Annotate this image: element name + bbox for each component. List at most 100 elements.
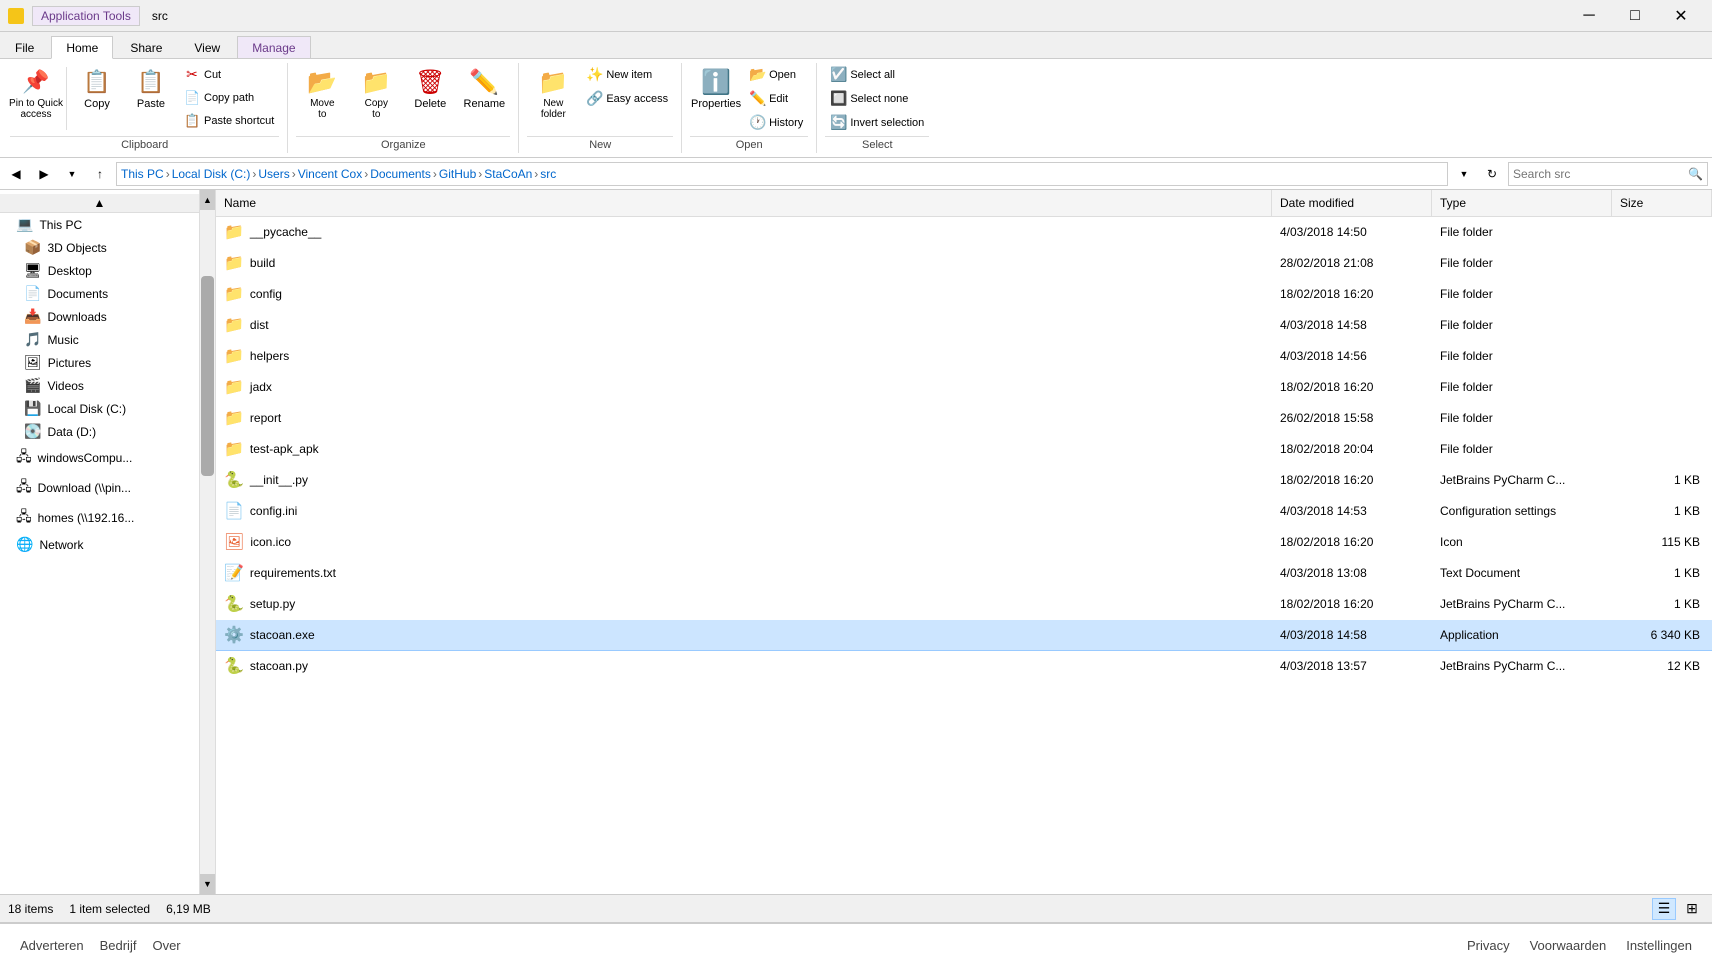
easy-access-button[interactable]: 🔗 Easy access [581, 87, 673, 110]
sidebar-item-download-pin[interactable]: 🖧 Download (\\pin... [0, 473, 199, 503]
tab-manage[interactable]: Manage [237, 36, 310, 58]
file-size-cell [1612, 322, 1712, 328]
breadcrumb-src[interactable]: src [540, 167, 556, 181]
sidebar-item-data-d[interactable]: 💽 Data (D:) [0, 420, 199, 443]
copy-path-button[interactable]: 📄 Copy path [179, 87, 279, 109]
tab-file[interactable]: File [0, 36, 49, 58]
select-all-button[interactable]: ☑️ Select all [825, 63, 929, 86]
pin-to-quick-access-button[interactable]: 📌 Pin to Quick access [10, 63, 62, 123]
sidebar-item-downloads[interactable]: 📥 Downloads [0, 305, 199, 328]
copy-button-large[interactable]: 📋 Copy [71, 63, 123, 113]
table-row[interactable]: 🐍 setup.py 18/02/2018 16:20 JetBrains Py… [216, 589, 1712, 620]
table-row[interactable]: 📁 test-apk_apk 18/02/2018 20:04 File fol… [216, 434, 1712, 465]
breadcrumb-users[interactable]: Users [258, 167, 289, 181]
rename-button[interactable]: ✏️ Rename [458, 63, 510, 113]
select-none-button[interactable]: 🔲 Select none [825, 87, 929, 110]
table-row[interactable]: 📁 build 28/02/2018 21:08 File folder [216, 248, 1712, 279]
tab-home[interactable]: Home [51, 36, 113, 59]
privacy-link[interactable]: Privacy [1467, 938, 1510, 953]
ribbon-group-open: ℹ️ Properties 📂 Open ✏️ Edit 🕐 History [682, 63, 817, 153]
tab-view[interactable]: View [179, 36, 235, 58]
edit-button[interactable]: ✏️ Edit [744, 87, 808, 110]
sidebar-scroll-down-arrow[interactable]: ▼ [200, 874, 215, 894]
paste-button[interactable]: 📋 Paste [125, 63, 177, 113]
sidebar-item-network[interactable]: 🌐 Network [0, 533, 199, 556]
refresh-button[interactable]: ↻ [1480, 162, 1504, 186]
close-button[interactable]: ✕ [1658, 0, 1704, 32]
breadcrumb-github[interactable]: GitHub [439, 167, 476, 181]
table-row[interactable]: 📁 helpers 4/03/2018 14:56 File folder [216, 341, 1712, 372]
open-button[interactable]: 📂 Open [744, 63, 808, 86]
cut-button[interactable]: ✂ Cut [179, 63, 279, 86]
col-header-size[interactable]: Size [1612, 190, 1712, 216]
instellingen-link[interactable]: Instellingen [1626, 938, 1692, 953]
back-button[interactable]: ◀ [4, 162, 28, 186]
table-row[interactable]: 📁 dist 4/03/2018 14:58 File folder [216, 310, 1712, 341]
sidebar-item-this-pc[interactable]: 💻 This PC [0, 213, 199, 236]
breadcrumb-local-disk[interactable]: Local Disk (C:) [172, 167, 251, 181]
new-item-button[interactable]: ✨ New item [581, 63, 673, 86]
bedrijf-link[interactable]: Bedrijf [100, 938, 137, 953]
table-row[interactable]: 📁 jadx 18/02/2018 16:20 File folder [216, 372, 1712, 403]
paste-shortcut-button[interactable]: 📋 Paste shortcut [179, 110, 279, 132]
breadcrumb-dropdown-button[interactable]: ▼ [1452, 162, 1476, 186]
sidebar-item-3d-objects[interactable]: 📦 3D Objects [0, 236, 199, 259]
scroll-up-button[interactable]: ▲ [0, 194, 199, 213]
history-button[interactable]: 🕐 History [744, 111, 808, 134]
table-row[interactable]: 📁 config 18/02/2018 16:20 File folder [216, 279, 1712, 310]
breadcrumb[interactable]: This PC › Local Disk (C:) › Users › Vinc… [116, 162, 1448, 186]
sidebar-item-windows-compu[interactable]: 🖧 windowsCompu... [0, 443, 199, 473]
search-box[interactable]: 🔍 [1508, 162, 1708, 186]
file-date-cell: 4/03/2018 13:08 [1272, 563, 1432, 583]
sidebar-item-homes[interactable]: 🖧 homes (\\192.16... [0, 503, 199, 533]
sidebar-item-local-disk[interactable]: 💾 Local Disk (C:) [0, 397, 199, 420]
file-name-cell: 📁 __pycache__ [216, 219, 1272, 245]
col-header-date[interactable]: Date modified [1272, 190, 1432, 216]
select-all-label: Select all [850, 69, 895, 81]
details-view-button[interactable]: ☰ [1652, 898, 1676, 920]
local-disk-icon: 💾 [24, 400, 41, 417]
sidebar-item-music[interactable]: 🎵 Music [0, 328, 199, 351]
table-row[interactable]: 🖼 icon.ico 18/02/2018 16:20 Icon 115 KB [216, 527, 1712, 558]
search-input[interactable] [1513, 167, 1688, 181]
breadcrumb-this-pc[interactable]: This PC [121, 167, 164, 181]
tab-share[interactable]: Share [115, 36, 177, 58]
forward-button[interactable]: ▶ [32, 162, 56, 186]
new-folder-button[interactable]: 📁 New folder [527, 63, 579, 123]
breadcrumb-vincent-cox[interactable]: Vincent Cox [298, 167, 362, 181]
up-button[interactable]: ↑ [88, 162, 112, 186]
table-row[interactable]: 🐍 stacoan.py 4/03/2018 13:57 JetBrains P… [216, 651, 1712, 682]
breadcrumb-stacoan[interactable]: StaCoAn [484, 167, 532, 181]
minimize-button[interactable]: ─ [1566, 0, 1612, 32]
invert-selection-button[interactable]: 🔄 Invert selection [825, 111, 929, 134]
ribbon: File Home Share View Manage 📌 Pin to Qui… [0, 32, 1712, 158]
table-row[interactable]: 📄 config.ini 4/03/2018 14:53 Configurati… [216, 496, 1712, 527]
sidebar-item-documents[interactable]: 📄 Documents [0, 282, 199, 305]
recent-locations-button[interactable]: ▼ [60, 162, 84, 186]
table-row[interactable]: ⚙️ stacoan.exe 4/03/2018 14:58 Applicati… [216, 620, 1712, 651]
table-row[interactable]: 📁 __pycache__ 4/03/2018 14:50 File folde… [216, 217, 1712, 248]
sidebar-item-pictures[interactable]: 🖼 Pictures [0, 351, 199, 374]
adverteren-link[interactable]: Adverteren [20, 938, 84, 953]
properties-button[interactable]: ℹ️ Properties [690, 63, 742, 113]
txt-icon: 📝 [224, 563, 244, 583]
sidebar-scroll-up-arrow[interactable]: ▲ [200, 190, 215, 210]
sidebar-scroll-track[interactable] [200, 210, 215, 874]
restore-button[interactable]: □ [1612, 0, 1658, 32]
delete-button[interactable]: 🗑 Delete [404, 63, 456, 113]
table-row[interactable]: 📁 report 26/02/2018 15:58 File folder [216, 403, 1712, 434]
voorwaarden-link[interactable]: Voorwaarden [1530, 938, 1607, 953]
col-header-type[interactable]: Type [1432, 190, 1612, 216]
copy-to-button[interactable]: 📁 Copy to [350, 63, 402, 123]
large-icons-view-button[interactable]: ⊞ [1680, 898, 1704, 920]
table-row[interactable]: 📝 requirements.txt 4/03/2018 13:08 Text … [216, 558, 1712, 589]
over-link[interactable]: Over [152, 938, 180, 953]
col-header-name[interactable]: Name [216, 190, 1272, 216]
sidebar-item-desktop[interactable]: 🖥 Desktop [0, 259, 199, 282]
move-to-button[interactable]: 📂 Move to [296, 63, 348, 123]
app-tools-tab-title[interactable]: Application Tools [32, 6, 140, 26]
breadcrumb-documents[interactable]: Documents [370, 167, 431, 181]
sidebar-item-videos[interactable]: 🎬 Videos [0, 374, 199, 397]
sidebar-scroll-thumb[interactable] [201, 276, 214, 475]
table-row[interactable]: 🐍 __init__.py 18/02/2018 16:20 JetBrains… [216, 465, 1712, 496]
